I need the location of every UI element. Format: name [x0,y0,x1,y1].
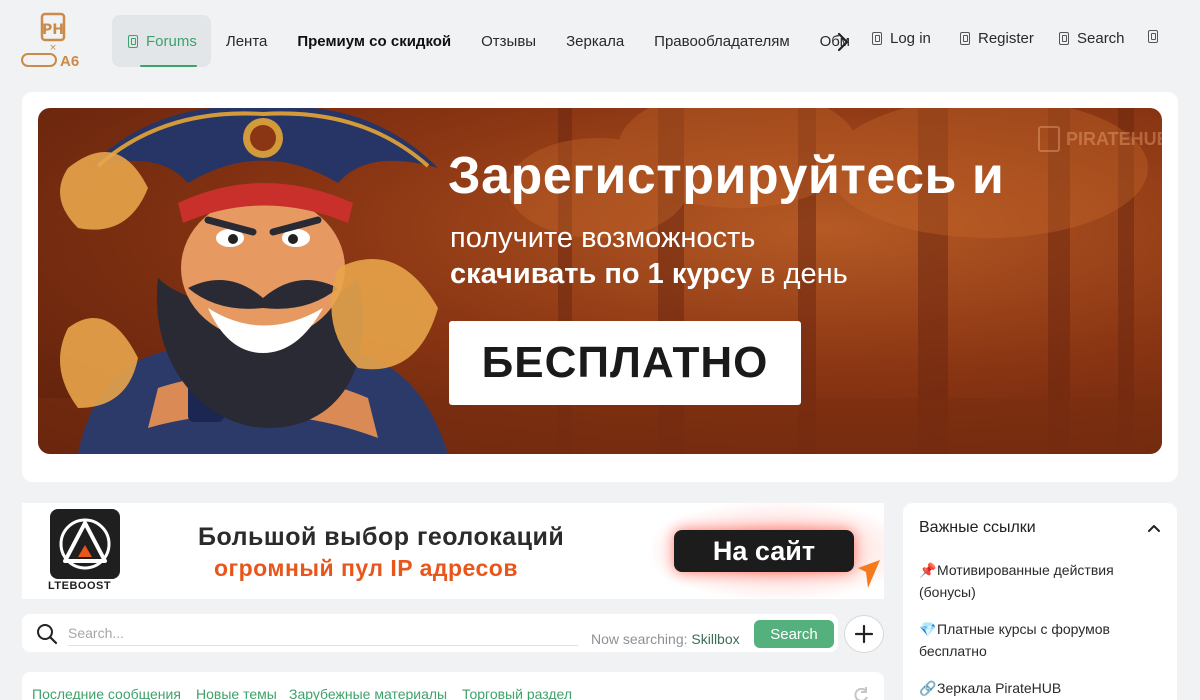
now-searching: Now searching: Skillbox [591,631,740,647]
lteboost-logo [50,509,120,579]
banner-line1: получите возможность [450,222,756,254]
svg-text:PH: PH [42,22,64,38]
svg-text:×: × [49,43,57,53]
now-searching-value[interactable]: Skillbox [691,631,739,647]
latest-tabs: Последние сообщения Новые темы Зарубежны… [22,672,884,700]
ad-headline: Большой выбор геолокаций [198,523,565,551]
ad-subline: огромный пул IP адресов [214,555,518,581]
main-nav: Forums Лента Премиум со скидкой Отзывы З… [112,15,849,67]
banner-title: Зарегистрируйтесь и [448,147,1005,205]
link-paid-courses[interactable]: 💎Платные курсы с форумов бесплатно [919,618,1159,662]
nav-feed-label: Лента [225,32,268,50]
banner-brand-text: PIRATEHUB [1066,128,1162,149]
important-links-title: Важные ссылки [919,519,1036,536]
nav-premium[interactable]: Премиум со скидкой [282,15,466,67]
nav-mirrors[interactable]: Зеркала [551,15,639,67]
banner-free-button[interactable]: БЕСПЛАТНО [449,321,801,405]
lteboost-logo-text: LTEBOOST [48,580,112,592]
search-button[interactable]: Search [754,620,834,648]
menu-icon [1148,30,1158,43]
search-input[interactable] [68,620,578,646]
important-links-widget: Важные ссылки 📌Мотивированные действия (… [903,503,1177,700]
pin-icon: 📌 [919,562,937,578]
menu-link[interactable] [1148,30,1166,43]
register-link[interactable]: Register [960,30,1034,47]
promo-banner[interactable]: PIRATEHUB Зарегистрируйтесь и получите в… [38,108,1162,454]
top-header: PH × A6 Forums Лента Премиум со скидкой … [0,0,1200,84]
banner-line2-rest: в день [752,258,848,290]
banner-container: PIRATEHUB Зарегистрируйтесь и получите в… [22,92,1178,482]
triangle-logo-icon [59,518,111,570]
link-icon: 🔗 [919,680,937,696]
nav-feed[interactable]: Лента [211,15,283,67]
add-button[interactable] [844,615,884,653]
nav-forums-label: Forums [146,32,197,50]
nav-premium-label: Премиум со скидкой [297,32,452,50]
register-label: Register [978,30,1034,47]
nav-forums[interactable]: Forums [112,15,211,67]
lteboost-ad[interactable]: LTEBOOST Большой выбор геолокаций огромн… [22,503,884,599]
banner-brand: PIRATEHUB [1038,126,1162,152]
tab-new-threads[interactable]: Новые темы [196,686,277,700]
link-mirrors-label: Зеркала PirateHUB [937,680,1062,696]
search-bar: Now searching: Skillbox [22,614,838,652]
nav-scroll-right-button[interactable] [834,30,852,54]
tab-latest-posts[interactable]: Последние сообщения [32,686,181,700]
link-motivated-actions[interactable]: 📌Мотивированные действия (бонусы) [919,559,1159,603]
logo-text: A6 [60,53,80,70]
forums-icon [128,34,138,48]
cursor-arrow-icon [858,560,880,588]
nav-mirrors-label: Зеркала [566,32,625,50]
search-icon [37,624,58,645]
now-searching-label: Now searching: [591,631,688,647]
site-logo[interactable]: PH × A6 [20,12,84,72]
search-link-label: Search [1077,30,1125,47]
nav-reviews[interactable]: Отзывы [466,15,551,67]
search-link[interactable]: Search [1059,30,1125,47]
chevron-up-icon[interactable] [1147,523,1161,533]
search-nav-icon [1059,32,1069,45]
link-paid-courses-label: Платные курсы с форумов бесплатно [919,621,1110,659]
login-link[interactable]: Log in [872,30,931,47]
nav-rightholders[interactable]: Правообладателям [639,15,804,67]
link-mirrors[interactable]: 🔗Зеркала PirateHUB [919,677,1159,699]
banner-line2-bold: скачивать по 1 курсу [450,258,753,290]
register-icon [960,32,970,45]
ad-visit-button[interactable]: На сайт [674,530,854,572]
tab-trade-section[interactable]: Торговый раздел [462,686,572,700]
banner-line2: скачивать по 1 курсу в день [450,258,848,291]
chevron-right-icon [837,32,849,52]
link-motivated-actions-label: Мотивированные действия (бонусы) [919,562,1114,600]
gem-icon: 💎 [919,621,937,637]
nav-reviews-label: Отзывы [481,32,537,50]
nav-rightholders-label: Правообладателям [654,32,790,50]
brand-logo-icon [1038,126,1060,152]
login-icon [872,32,882,45]
plus-icon [854,624,874,644]
tab-foreign-materials[interactable]: Зарубежные материалы [289,686,447,700]
login-label: Log in [890,30,931,47]
refresh-icon[interactable] [852,686,870,700]
